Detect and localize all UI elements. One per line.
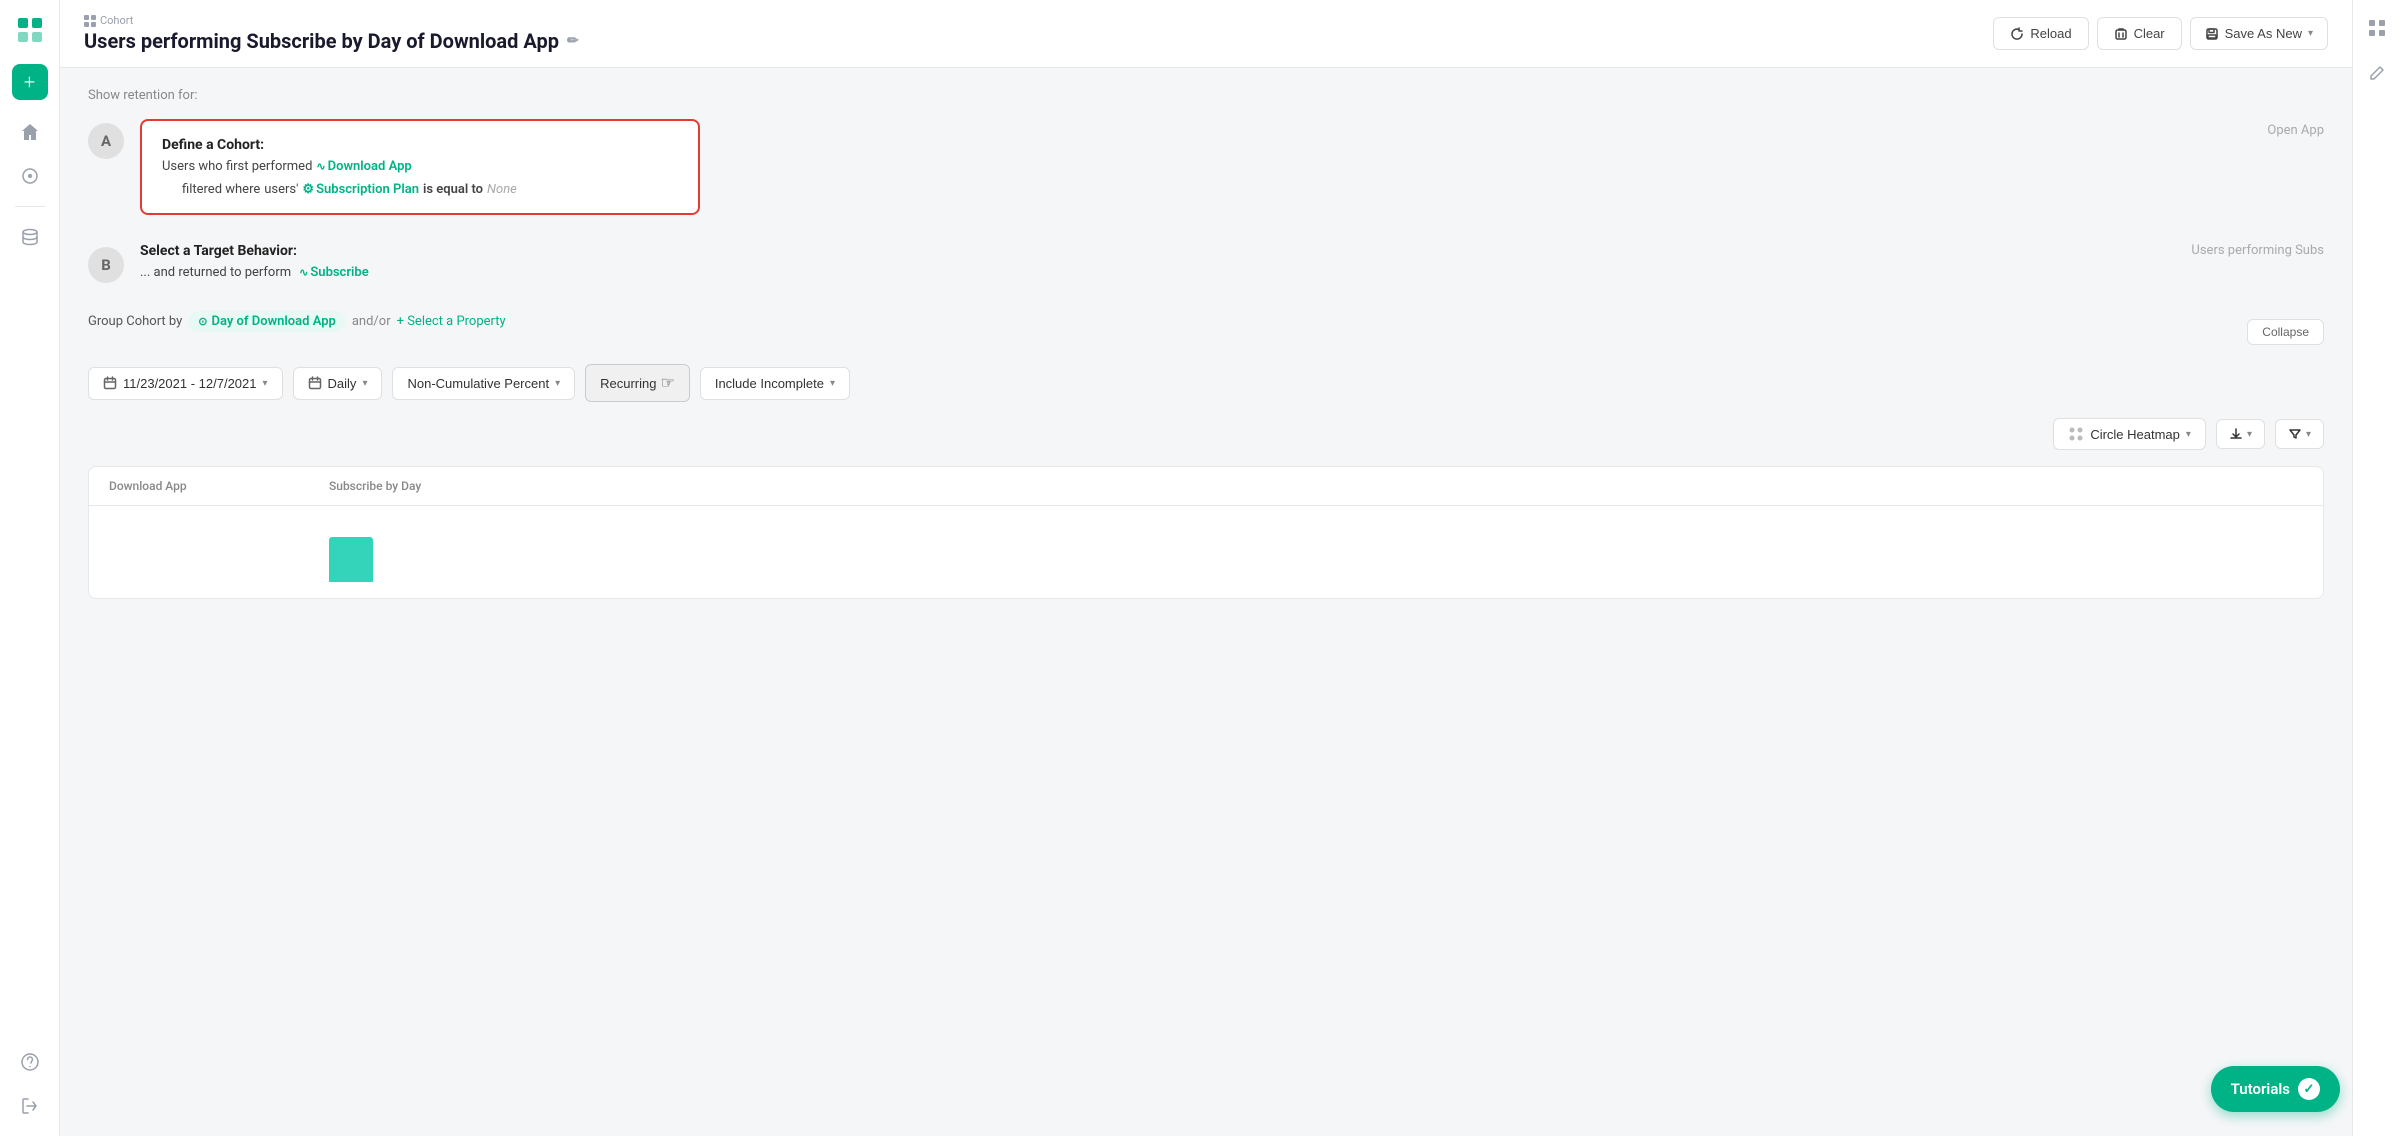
sidebar-item-logout[interactable] [12,1088,48,1124]
download-icon [2229,427,2243,441]
property-chip-icon: ⊙ [198,315,207,328]
chart-area [329,522,2303,582]
date-range-button[interactable]: 11/23/2021 - 12/7/2021 ▾ [88,367,283,400]
download-button[interactable]: ▾ [2216,419,2265,449]
day-of-download-app-chip[interactable]: ⊙ Day of Download App [188,311,346,332]
filter-button[interactable]: ▾ [2275,419,2324,449]
reload-icon [2010,27,2024,41]
select-target-title: Select a Target Behavior: [140,243,369,259]
circle-heatmap-chevron: ▾ [2186,429,2191,440]
subscribe-event-icon: ∿ [299,266,308,279]
recurring-button[interactable]: Recurring ☞ [585,364,690,402]
date-range-chevron: ▾ [263,378,268,389]
frequency-button[interactable]: Daily ▾ [293,367,383,400]
add-property-link[interactable]: + Select a Property [397,314,506,329]
right-sidebar-grid-icon[interactable] [2361,12,2393,44]
collapse-button[interactable]: Collapse [2247,319,2324,345]
frequency-chevron: ▾ [362,378,367,389]
frequency-calendar-icon [308,376,322,390]
include-incomplete-button[interactable]: Include Incomplete ▾ [700,367,850,400]
cohort-first-performed-row: Users who first performed ∿ Download App [162,159,678,174]
section-a: A Define a Cohort: Users who first perfo… [88,119,2324,215]
table-header: Download App Subscribe by Day [89,467,2323,506]
app-logo [12,12,48,48]
page-title: Users performing Subscribe by Day of Dow… [84,29,579,53]
subscription-plan-link[interactable]: ⚙ Subscription Plan [302,182,419,197]
tutorials-check-icon: ✓ [2298,1078,2320,1100]
edit-title-icon[interactable]: ✏ [567,33,579,49]
sidebar-item-help[interactable] [12,1044,48,1080]
save-dropdown-chevron[interactable]: ▾ [2308,28,2313,39]
chart-bar-1 [329,537,373,582]
filter-icon [2288,427,2302,441]
right-sidebar-edit-icon[interactable] [2361,56,2393,88]
section-b-content: Select a Target Behavior: ... and return… [140,243,2324,280]
none-value: None [487,182,517,197]
reload-button[interactable]: Reload [1993,17,2088,50]
grid-icon [84,15,96,27]
breadcrumb: Cohort [84,14,579,27]
table-area: Download App Subscribe by Day [88,466,2324,599]
sidebar-item-compass[interactable] [12,158,48,194]
header: Cohort Users performing Subscribe by Day… [60,0,2352,68]
clear-icon [2114,27,2128,41]
right-sidebar [2352,0,2400,1136]
users-performing-subs-label[interactable]: Users performing Subs [2191,243,2324,258]
download-chevron: ▾ [2247,429,2252,440]
circle-heatmap-icon [2068,426,2084,442]
header-left: Cohort Users performing Subscribe by Day… [84,14,579,53]
cursor-indicator: ☞ [660,373,674,393]
page-body: Show retention for: A Define a Cohort: U… [60,68,2352,1136]
breadcrumb-text: Cohort [100,14,133,27]
metric-chevron: ▾ [555,378,560,389]
open-app-label[interactable]: Open App [2267,119,2324,138]
section-b: B Select a Target Behavior: ... and retu… [88,243,2324,283]
circle-heatmap-button[interactable]: Circle Heatmap ▾ [2053,418,2206,450]
user-property-icon: ⚙ [302,182,314,197]
metric-button[interactable]: Non-Cumulative Percent ▾ [392,367,575,400]
calendar-icon [103,376,117,390]
tutorials-button[interactable]: Tutorials ✓ [2211,1066,2340,1112]
show-retention-label: Show retention for: [88,88,2324,103]
include-incomplete-chevron: ▾ [830,378,835,389]
sidebar-item-home[interactable] [12,114,48,150]
cohort-filter-row: filtered where users' ⚙ Subscription Pla… [162,182,678,197]
section-a-content: Define a Cohort: Users who first perform… [140,119,2324,215]
section-a-badge: A [88,123,124,159]
define-cohort-title: Define a Cohort: [162,137,678,153]
sidebar-item-database[interactable] [12,219,48,255]
visualization-controls-row: Circle Heatmap ▾ ▾ ▾ [88,418,2324,450]
main-content: Cohort Users performing Subscribe by Day… [60,0,2352,1136]
subscribe-link[interactable]: ∿ Subscribe [299,265,369,280]
add-button[interactable]: + [12,64,48,100]
section-b-badge: B [88,247,124,283]
save-as-new-button[interactable]: Save As New ▾ [2190,17,2328,50]
table-body [89,506,2323,598]
header-actions: Reload Clear Save As New ▾ [1993,17,2328,50]
table-col2-header: Subscribe by Day [329,479,2303,493]
cohort-definition-box: Define a Cohort: Users who first perform… [140,119,700,215]
controls-row: 11/23/2021 - 12/7/2021 ▾ Daily ▾ Non-Cum… [88,364,2324,402]
clear-button[interactable]: Clear [2097,17,2182,50]
sidebar-divider [15,206,45,207]
table-col1-header: Download App [109,479,309,493]
group-cohort-row: Group Cohort by ⊙ Day of Download App an… [88,311,506,332]
download-app-link[interactable]: ∿ Download App [316,159,411,174]
target-behavior-row: ... and returned to perform ∿ Subscribe [140,265,369,280]
event-wave-icon: ∿ [316,160,325,173]
filter-chevron: ▾ [2306,429,2311,440]
save-icon [2205,27,2219,41]
left-sidebar: + [0,0,60,1136]
